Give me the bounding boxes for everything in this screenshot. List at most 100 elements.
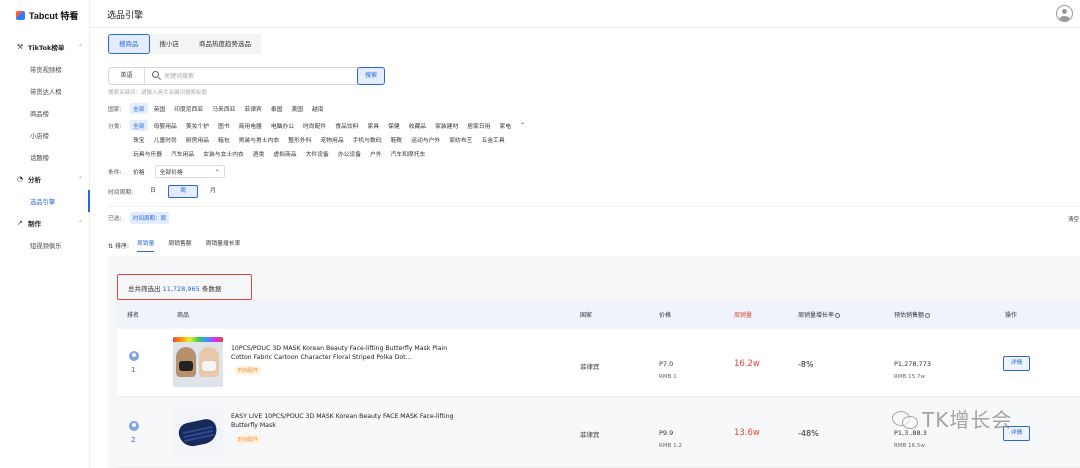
category-option[interactable]: 运动与户外 (408, 134, 443, 145)
country-option[interactable]: 英国 (151, 103, 169, 114)
column-growth[interactable]: 周销量增长率 (798, 310, 841, 319)
chevron-down-icon: ⌄ (214, 167, 220, 173)
category-option[interactable]: 整形外科 (285, 134, 314, 145)
filter-label: 条件: (108, 170, 122, 176)
category-option[interactable]: 宠物用品 (317, 134, 346, 145)
country-option[interactable]: 全部 (130, 103, 148, 114)
category-option[interactable]: 家具 (364, 120, 382, 131)
sort-icon: ⇅ (108, 242, 115, 250)
category-option[interactable]: 户外 (367, 148, 385, 159)
country-option[interactable]: 泰国 (268, 103, 286, 114)
category-option[interactable]: 电脑办公 (268, 120, 297, 131)
price: P7.0 (659, 360, 674, 368)
sort-weekly-growth[interactable]: 周销量增长率 (206, 238, 241, 252)
product-image[interactable] (173, 337, 223, 387)
category-option[interactable]: 五金工具 (478, 134, 507, 145)
category-option[interactable]: 玩具与乐器 (130, 148, 165, 159)
product-title[interactable]: EASY LIVE 10PCS/POUC 3D MASK Korean Beau… (231, 412, 461, 430)
category-option[interactable]: 家纺布艺 (446, 134, 475, 145)
column-country: 国家 (580, 312, 593, 319)
period-week[interactable]: 周 (168, 184, 198, 198)
sidebar-item-video-club[interactable]: 短视频俱乐 (0, 238, 90, 252)
country-option[interactable]: 美国 (288, 103, 306, 114)
category-option[interactable]: 时尚配件 (300, 120, 329, 131)
category-option[interactable]: 图书 (215, 120, 233, 131)
category-option[interactable]: 箱包 (215, 134, 233, 145)
sort-weekly-sales[interactable]: 周销量 (136, 238, 155, 252)
sidebar-group-tiktok[interactable]: ⚒ TikTok榜单 ⌃ (0, 40, 90, 54)
category-option[interactable]: 居家日用 (464, 120, 493, 131)
language-select[interactable]: 英语 (109, 68, 145, 84)
sort-bar: ⇅ 排序: 周销量 周销售额 周销量增长率 (108, 238, 254, 252)
period-day[interactable]: 日 (138, 185, 168, 198)
sidebar-item-video-rank[interactable]: 带货视频榜 (0, 62, 90, 76)
category-option[interactable]: 母婴用品 (151, 120, 180, 131)
tab-search-products[interactable]: 搜商品 (108, 34, 150, 54)
price: P9.9 (659, 429, 674, 437)
category-option[interactable]: 虚拟商品 (270, 148, 299, 159)
sort-label: ⇅ 排序: (108, 242, 129, 250)
logo[interactable]: Tabcut 特看 (16, 9, 78, 22)
product-image[interactable] (173, 407, 223, 457)
country-option[interactable]: 越南 (309, 103, 327, 114)
category-option[interactable]: 大件设备 (303, 148, 332, 159)
avatar[interactable] (1056, 5, 1073, 22)
category-option[interactable]: 手机与数码 (350, 134, 385, 145)
period-month[interactable]: 月 (198, 185, 228, 198)
logo-icon (16, 11, 25, 20)
category-option[interactable]: 汽车和摩托车 (388, 148, 429, 159)
column-rank: 排名 (127, 312, 140, 319)
chevron-up-icon[interactable]: ⌃ (517, 122, 528, 130)
rank: 2 (131, 436, 136, 444)
tab-trend-selection[interactable]: 商品热度趋势选品 (189, 34, 261, 54)
sidebar-item-shop-rank[interactable]: 小店榜 (0, 128, 90, 142)
category-option[interactable]: 家电 (496, 120, 514, 131)
chevron-up-icon: ⌃ (78, 219, 84, 227)
total-count: 11,728,965 (162, 285, 200, 293)
column-est-sales[interactable]: 预估销售额 (894, 310, 931, 319)
category-option[interactable]: 珠宝 (130, 134, 148, 145)
search-button[interactable]: 搜索 (357, 67, 385, 85)
category-option[interactable]: 美妆个护 (183, 120, 212, 131)
category-filter-row-3: 玩具与乐器 汽车用品 女装与女士内衣 酒类 虚拟商品 大件设备 办公设备 户外 … (130, 148, 431, 159)
sidebar-item-selection-engine[interactable]: 选品引擎 (0, 190, 90, 212)
category-option[interactable]: 全部 (130, 120, 148, 131)
category-option[interactable]: 酒类 (250, 148, 268, 159)
period-filter: 时间周期: 日 周 月 (108, 184, 228, 198)
category-option[interactable]: 商用电器 (236, 120, 265, 131)
info-icon (925, 313, 931, 318)
country-option[interactable]: 菲律宾 (241, 103, 264, 114)
category-option[interactable]: 家装建材 (432, 120, 461, 131)
category-option[interactable]: 保健 (385, 120, 403, 131)
category-option[interactable]: 儿童时尚 (151, 134, 180, 145)
country-option[interactable]: 印度尼西亚 (171, 103, 206, 114)
sidebar-group-analysis[interactable]: ◔ 分析 ⌃ (0, 172, 90, 186)
category-option[interactable]: 办公设备 (335, 148, 364, 159)
sidebar-item-creator-rank[interactable]: 带货达人榜 (0, 84, 90, 98)
sidebar-item-product-rank[interactable]: 商品榜 (0, 106, 90, 120)
tab-search-shops[interactable]: 搜小店 (150, 34, 190, 54)
detail-button[interactable]: 详情 (1003, 356, 1030, 371)
applied-filter-chip[interactable]: 时间周期：周 (130, 211, 170, 224)
country: 菲律宾 (580, 363, 600, 371)
sidebar-group-make[interactable]: ↗ 制作 ⌃ (0, 216, 90, 230)
total-count-text: 总共筛选出 11,728,965 条数据 (128, 285, 222, 293)
search-input[interactable] (164, 69, 354, 83)
product-title[interactable]: 10PCS/POUC 3D MASK Korean Beauty Face-li… (231, 344, 461, 362)
price-select[interactable]: 全部价格 ⌄ (154, 165, 225, 178)
country-option[interactable]: 马来西亚 (209, 103, 238, 114)
category-option[interactable]: 厨房用品 (183, 134, 212, 145)
category-option[interactable]: 食品饮料 (332, 120, 361, 131)
category-option[interactable]: 收藏品 (406, 120, 429, 131)
sidebar: Tabcut 特看 ⚒ TikTok榜单 ⌃ 带货视频榜 带货达人榜 商品榜 小… (0, 0, 90, 468)
category-option[interactable]: 女装与女士内衣 (200, 148, 247, 159)
search-mode-tabs: 搜商品 搜小店 商品热度趋势选品 (108, 34, 261, 54)
category-option[interactable]: 汽车用品 (168, 148, 197, 159)
sort-weekly-revenue[interactable]: 周销售额 (168, 238, 191, 252)
category-option[interactable]: 男装与男士内衣 (236, 134, 283, 145)
sidebar-item-topic-rank[interactable]: 话题榜 (0, 150, 90, 164)
column-weekly-sales[interactable]: 周销量 (734, 310, 752, 319)
table-row[interactable]: 1 10PCS/POUC 3D MASK Korean Beauty Face-… (117, 329, 1080, 397)
category-option[interactable]: 鞋靴 (388, 134, 406, 145)
clear-filters-button[interactable]: 清空 (1068, 215, 1079, 223)
